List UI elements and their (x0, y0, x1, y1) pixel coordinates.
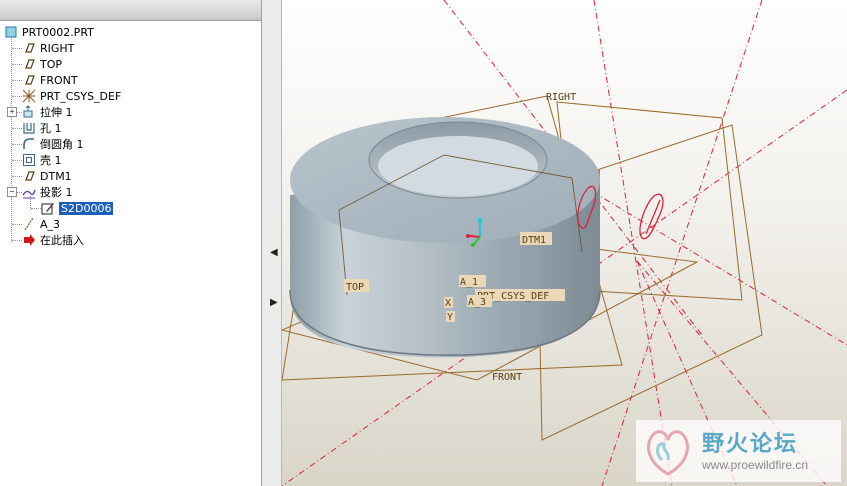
tree-item-label: FRONT (40, 73, 78, 87)
projection-icon (22, 185, 36, 199)
expand-toggle[interactable]: + (7, 107, 17, 117)
svg-text:DTM1: DTM1 (522, 235, 546, 246)
collapse-toggle[interactable]: − (7, 187, 17, 197)
tree-item-label: 在此插入 (40, 234, 84, 247)
model-tree-header (0, 0, 261, 21)
tree-connector (12, 80, 22, 81)
axis-x-tag: X (444, 297, 453, 309)
svg-text:TOP: TOP (346, 282, 364, 293)
tree-item-label: DTM1 (40, 169, 72, 183)
model-tree: PRT0002.PRT RIGHT TOP FRONT PRT_CSYS_DEF… (0, 22, 261, 486)
tree-item-label: 壳 1 (40, 154, 62, 167)
tree-item-label: PRT_CSYS_DEF (40, 89, 122, 103)
tree-connector (11, 37, 12, 242)
shell-icon (22, 153, 36, 167)
tree-item-top[interactable]: TOP (22, 56, 62, 72)
top-plane-tag[interactable]: TOP (344, 279, 369, 293)
datum-plane-icon (22, 73, 36, 87)
svg-text:FRONT: FRONT (492, 372, 522, 383)
tree-item-label: 拉伸 1 (40, 106, 73, 119)
tree-item-projection[interactable]: 投影 1 (22, 184, 73, 200)
watermark-title: 野火论坛 (702, 432, 799, 457)
tree-connector (12, 160, 22, 161)
dtm1-plane-tag[interactable]: DTM1 (520, 232, 552, 246)
axis-a3-tag[interactable]: A_3 (467, 295, 492, 308)
tree-item-dtm1[interactable]: DTM1 (22, 168, 72, 184)
tree-item-label: 倒圆角 1 (40, 138, 84, 151)
coordinate-system-icon (22, 89, 36, 103)
panel-splitter[interactable]: ◀ ▶ (262, 0, 282, 486)
tree-connector (12, 48, 22, 49)
solid-body (289, 117, 601, 358)
solid-hole-bottom (378, 136, 538, 196)
datum-axis-icon (22, 217, 36, 231)
front-plane-tag[interactable]: FRONT (492, 372, 522, 383)
insert-here-arrow-icon (22, 233, 36, 247)
axis-a1-tag[interactable]: A_1 (459, 275, 486, 288)
tree-root-label: PRT0002.PRT (22, 25, 94, 39)
svg-text:A_3: A_3 (468, 297, 486, 308)
tree-item-label: A_3 (40, 217, 61, 231)
extrude-icon (22, 105, 36, 119)
tree-connector (12, 240, 22, 241)
watermark-url: www.proewildfire.cn (702, 458, 809, 472)
tree-item-round[interactable]: 倒圆角 1 (22, 136, 84, 152)
tree-item-axis[interactable]: A_3 (22, 216, 60, 232)
svg-text:Y: Y (447, 312, 453, 323)
tree-connector (31, 208, 41, 209)
tree-item-insert-here[interactable]: 在此插入 (22, 232, 84, 248)
datum-plane-icon (22, 57, 36, 71)
svg-text:X: X (445, 298, 451, 309)
tree-item-label: TOP (40, 57, 63, 71)
axis-y-tag: Y (446, 311, 455, 323)
model-view[interactable]: RIGHT TOP FRONT DTM1 A_1 PRT_CSYS_DEF A_… (282, 0, 847, 486)
datum-plane-icon (22, 41, 36, 55)
expand-tree-arrow-icon[interactable]: ▶ (270, 296, 278, 310)
tree-root-item[interactable]: PRT0002.PRT (4, 24, 94, 40)
tree-item-extrude[interactable]: 拉伸 1 (22, 104, 73, 120)
hole-icon (22, 121, 36, 135)
tree-item-shell[interactable]: 壳 1 (22, 152, 62, 168)
right-plane-tag[interactable]: RIGHT (546, 92, 576, 103)
tree-item-csys[interactable]: PRT_CSYS_DEF (22, 88, 121, 104)
tree-connector (12, 128, 22, 129)
tree-item-hole[interactable]: 孔 1 (22, 120, 62, 136)
tree-connector (12, 96, 22, 97)
tree-item-label: 孔 1 (40, 122, 62, 135)
graphics-viewport[interactable]: RIGHT TOP FRONT DTM1 A_1 PRT_CSYS_DEF A_… (282, 0, 847, 486)
sketch-icon (41, 201, 55, 215)
model-tree-panel: PRT0002.PRT RIGHT TOP FRONT PRT_CSYS_DEF… (0, 0, 262, 486)
part-icon (4, 25, 18, 39)
tree-item-sketch[interactable]: S2D0006 (41, 200, 114, 216)
tree-item-label: RIGHT (40, 41, 75, 55)
datum-axis-line (593, 0, 673, 486)
tree-item-front[interactable]: FRONT (22, 72, 78, 88)
svg-text:A_1: A_1 (460, 277, 478, 288)
flame-logo-icon (640, 424, 696, 478)
round-icon (22, 137, 36, 151)
svg-text:RIGHT: RIGHT (546, 92, 576, 103)
tree-connector (12, 176, 22, 177)
tree-connector (12, 64, 22, 65)
tree-item-right[interactable]: RIGHT (22, 40, 74, 56)
collapse-tree-arrow-icon[interactable]: ◀ (270, 246, 278, 260)
forum-watermark: 野火论坛 www.proewildfire.cn (636, 420, 841, 482)
tree-item-label: 投影 1 (40, 186, 73, 199)
tree-connector (12, 144, 22, 145)
datum-axis-line (601, 0, 763, 486)
tree-item-label-selected: S2D0006 (59, 201, 114, 215)
datum-plane-icon (22, 169, 36, 183)
tree-connector (12, 224, 22, 225)
